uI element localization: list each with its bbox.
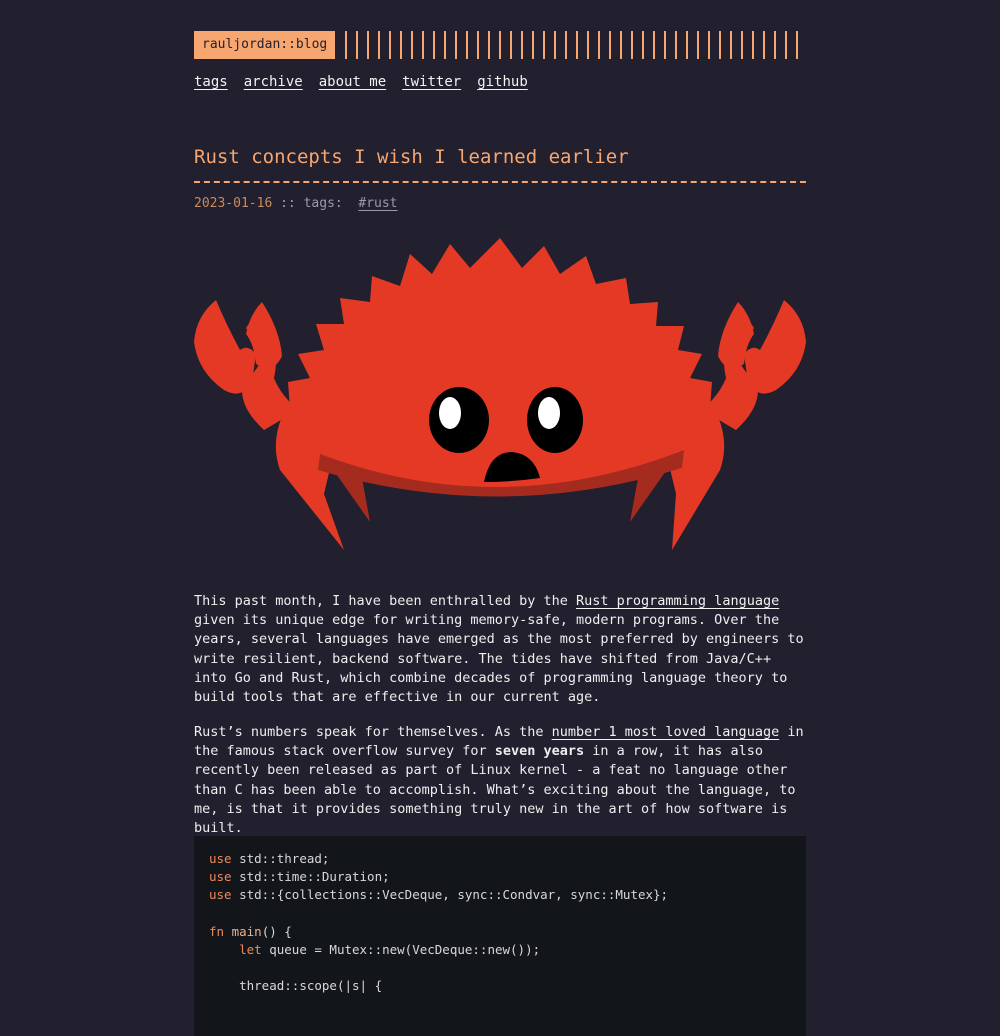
nav-archive-link[interactable]: archive (244, 74, 303, 90)
header-decoration (345, 31, 806, 59)
post-title: Rust concepts I wish I learned earlier (194, 146, 629, 168)
site-header: rauljordan::blog (194, 31, 806, 59)
rust-language-link[interactable]: Rust programming language (576, 593, 779, 609)
code-keyword-let: let (239, 942, 262, 958)
most-loved-language-link[interactable]: number 1 most loved language (552, 724, 780, 740)
post-meta: 2023-01-16 :: tags: #rust (194, 196, 398, 211)
nav-about-link[interactable]: about me (319, 74, 386, 90)
title-divider (194, 181, 806, 183)
nav-tags-link[interactable]: tags (194, 74, 228, 90)
para1-text-start: This past month, I have been enthralled … (194, 593, 577, 609)
left-claw (194, 300, 298, 430)
para1-text-end: given its unique edge for writing memory… (194, 612, 804, 706)
code-fn-rest: () { (261, 923, 292, 939)
code-block: use std::thread; use std::time::Duration… (194, 836, 806, 1036)
intro-paragraph: This past month, I have been enthralled … (194, 592, 806, 707)
ferris-crab-icon (194, 238, 806, 550)
nav-twitter-link[interactable]: twitter (402, 74, 461, 90)
second-paragraph: Rust’s numbers speak for themselves. As … (194, 723, 806, 838)
code-keyword-use-2: use (209, 869, 232, 885)
code-line-3: std::{collections::VecDeque, sync::Condv… (239, 887, 669, 903)
main-nav: tags archive about me twitter github (194, 74, 528, 90)
code-keyword-use-3: use (209, 887, 232, 903)
post-date: 2023-01-16 (194, 196, 273, 211)
right-eye-highlight (538, 397, 560, 429)
code-let-line: queue = Mutex::new(VecDeque::new()); (261, 942, 541, 958)
para2-text-start: Rust’s numbers speak for themselves. As … (194, 724, 552, 740)
seven-years-bold: seven years (494, 743, 585, 760)
right-claw (702, 300, 806, 430)
left-eye-highlight (439, 397, 461, 429)
nav-github-link[interactable]: github (477, 74, 528, 90)
code-line-1: std::thread; (239, 851, 330, 866)
code-keyword-fn: fn (209, 923, 225, 939)
tag-link-rust[interactable]: #rust (358, 196, 397, 211)
code-scope-line: thread::scope(|s| { (239, 978, 383, 994)
site-logo[interactable]: rauljordan::blog (194, 31, 336, 59)
meta-separator: :: tags: (272, 196, 359, 211)
code-keyword-use-1: use (209, 851, 232, 866)
code-line-2: std::time::Duration; (239, 869, 390, 885)
code-fn-name: main (231, 923, 262, 939)
